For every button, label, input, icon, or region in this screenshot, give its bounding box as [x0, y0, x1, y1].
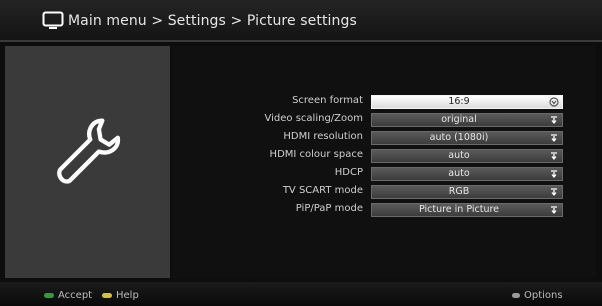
setting-row-tv-scart-mode[interactable]: TV SCART mode RGB	[230, 184, 566, 202]
setting-label: PiP/PaP mode	[295, 203, 363, 214]
breadcrumb: Main menu > Settings > Picture settings	[42, 10, 357, 32]
setting-value: Picture in Picture	[418, 204, 500, 215]
yellow-key-icon	[102, 292, 112, 298]
help-button[interactable]: Help	[102, 289, 139, 301]
chevron-down-icon	[551, 206, 557, 215]
footer-bar: Accept Help Options	[0, 282, 602, 306]
setting-label: HDMI resolution	[283, 131, 363, 142]
chevron-down-icon	[551, 116, 557, 125]
setting-value: original	[441, 114, 477, 125]
setting-value: auto (1080i)	[429, 132, 489, 143]
hdmi-resolution-select[interactable]: auto (1080i)	[371, 131, 563, 145]
screen-format-select[interactable]: 16:9	[371, 95, 563, 109]
video-scaling-select[interactable]: original	[371, 113, 563, 127]
chevron-down-icon	[551, 134, 557, 143]
dropdown-icon	[549, 97, 559, 107]
setting-value: RGB	[448, 186, 470, 197]
options-label: Options	[524, 289, 563, 301]
left-panel	[5, 46, 170, 278]
setting-row-hdmi-resolution[interactable]: HDMI resolution auto (1080i)	[230, 130, 566, 148]
options-key-icon	[512, 292, 520, 298]
help-label: Help	[116, 289, 139, 301]
options-button[interactable]: Options	[512, 289, 563, 301]
setting-row-hdmi-colour-space[interactable]: HDMI colour space auto	[230, 148, 566, 166]
setting-row-video-scaling[interactable]: Video scaling/Zoom original	[230, 112, 566, 130]
settings-list: Screen format 16:9 Video scaling/Zoom or…	[230, 94, 566, 220]
header-bar: Main menu > Settings > Picture settings	[0, 0, 602, 40]
breadcrumb-text: Main menu > Settings > Picture settings	[68, 13, 357, 29]
setting-label: Video scaling/Zoom	[264, 113, 363, 124]
setting-value: 16:9	[448, 96, 470, 107]
setting-row-hdcp[interactable]: HDCP auto	[230, 166, 566, 184]
chevron-down-icon	[551, 170, 557, 179]
wrench-icon	[57, 118, 121, 184]
green-key-icon	[44, 292, 54, 298]
setting-label: HDMI colour space	[269, 149, 363, 160]
tv-icon	[42, 11, 64, 29]
setting-label: Screen format	[292, 95, 363, 106]
setting-label: TV SCART mode	[282, 185, 363, 196]
chevron-down-icon	[551, 188, 557, 197]
accept-button[interactable]: Accept	[44, 289, 92, 301]
hdmi-colour-space-select[interactable]: auto	[371, 149, 563, 163]
chevron-down-icon	[551, 152, 557, 161]
accept-label: Accept	[58, 289, 93, 301]
header-divider	[0, 40, 602, 42]
setting-row-screen-format[interactable]: Screen format 16:9	[230, 94, 566, 112]
setting-value: auto	[448, 168, 470, 179]
setting-label: HDCP	[334, 167, 363, 178]
tv-scart-mode-select[interactable]: RGB	[371, 185, 563, 199]
pip-pap-mode-select[interactable]: Picture in Picture	[371, 203, 563, 217]
setting-value: auto	[448, 150, 470, 161]
setting-row-pip-pap-mode[interactable]: PiP/PaP mode Picture in Picture	[230, 202, 566, 220]
hdcp-select[interactable]: auto	[371, 167, 563, 181]
